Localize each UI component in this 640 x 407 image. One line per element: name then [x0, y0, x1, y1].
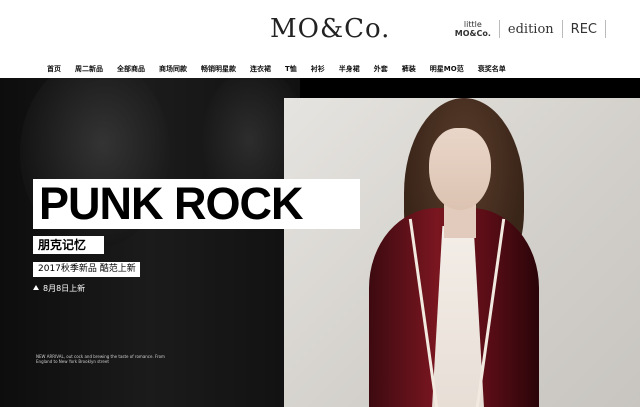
- hero-title: PUNK ROCK: [39, 178, 304, 229]
- nav-item-shirts[interactable]: 衬衫: [304, 60, 332, 78]
- nav-item-award-list[interactable]: 衰奖名单: [471, 60, 513, 78]
- main-nav: 首页 周二新品 全部商品 商场同款 畅销明星款 连衣裙 T恤 衬衫 半身裙 外套…: [0, 60, 640, 137]
- launch-date: 8月8日上新: [33, 283, 85, 295]
- little-moco-link[interactable]: little MO&Co.: [455, 20, 491, 38]
- nav-item-star-style[interactable]: 明星MO范: [423, 60, 471, 78]
- nav-item-home[interactable]: 首页: [40, 60, 68, 78]
- fine-print: NEW ARRIVAL, out cock and brewing the ta…: [36, 354, 165, 364]
- rec-link[interactable]: REC: [571, 22, 597, 37]
- nav-item-dresses[interactable]: 连衣裙: [243, 60, 278, 78]
- nav-item-coats[interactable]: 外套: [367, 60, 395, 78]
- model-photo: [284, 98, 640, 407]
- nav-item-bestseller[interactable]: 畅销明星款: [194, 60, 243, 78]
- triangle-icon: [33, 285, 39, 290]
- nav-item-mall-same[interactable]: 商场同款: [152, 60, 194, 78]
- nav-item-tshirts[interactable]: T恤: [278, 60, 304, 78]
- hero-subtitle: 朋克记忆: [38, 238, 87, 252]
- nav-item-pants[interactable]: 裤装: [395, 60, 423, 78]
- divider: [561, 20, 563, 38]
- site-header: MO&Co. little MO&Co. edition REC: [0, 0, 640, 60]
- divider: [498, 20, 500, 38]
- season-label: 2017秋季新品 酷范上新: [38, 264, 136, 274]
- brand-logo[interactable]: MO&Co.: [270, 14, 390, 44]
- nav-item-all-products[interactable]: 全部商品: [110, 60, 152, 78]
- nav-item-tuesday-new[interactable]: 周二新品: [68, 60, 110, 78]
- divider: [605, 20, 606, 38]
- sub-brand-links: little MO&Co. edition REC: [455, 20, 606, 38]
- edition-link[interactable]: edition: [508, 22, 554, 37]
- nav-item-skirts[interactable]: 半身裙: [332, 60, 367, 78]
